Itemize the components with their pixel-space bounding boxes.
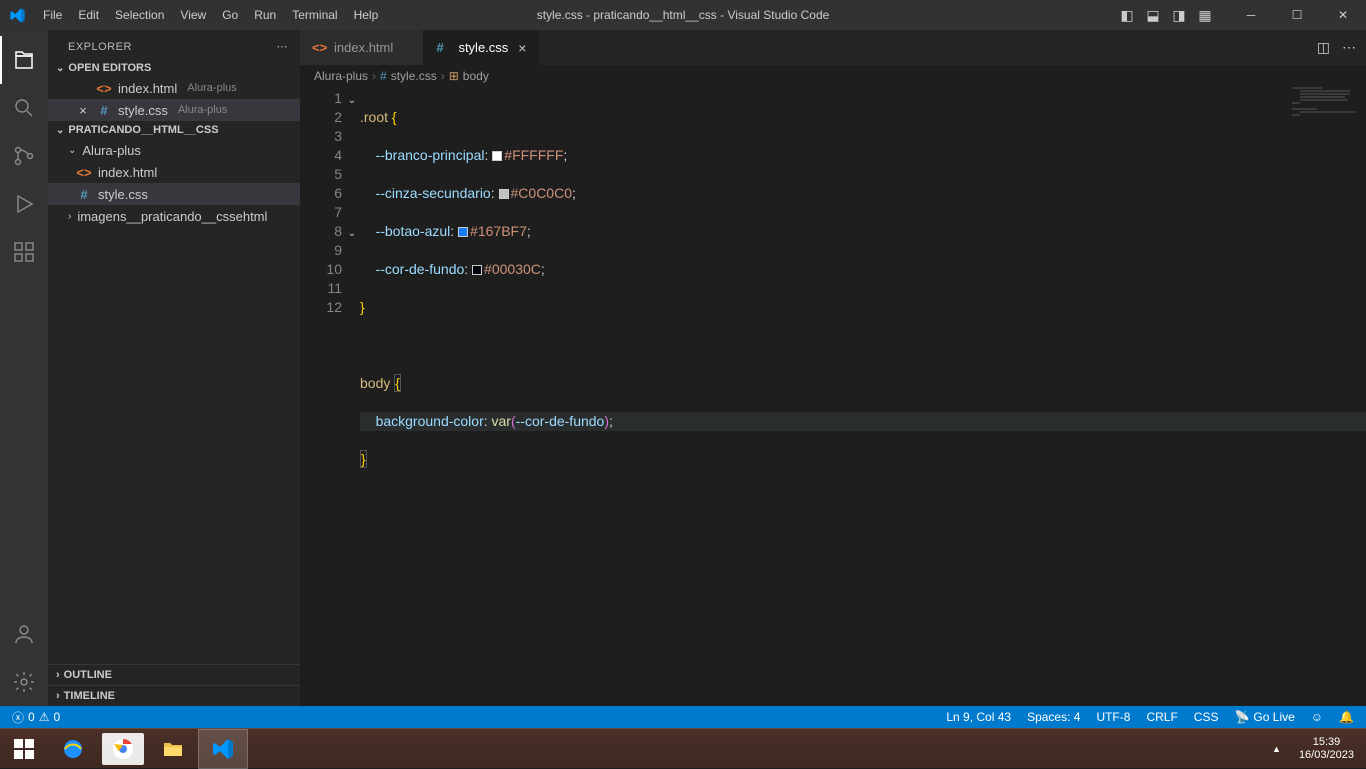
taskbar-chrome-icon[interactable] [102,733,144,765]
chevron-right-icon: › [68,211,71,222]
status-bar: ⓧ0 ⚠0 Ln 9, Col 43 Spaces: 4 UTF-8 CRLF … [0,706,1366,728]
system-tray: ▲ 15:39 16/03/2023 [1272,736,1366,762]
source-control-icon[interactable] [0,132,48,180]
start-button[interactable] [0,729,48,769]
open-editor-item[interactable]: × # style.css Alura-plus [48,99,300,121]
chevron-down-icon: ⌄ [68,145,76,156]
tray-clock[interactable]: 15:39 16/03/2023 [1291,736,1362,762]
run-debug-icon[interactable] [0,180,48,228]
line-gutter: 1⌄ 2 3 4 5 6 7 8⌄ 9 10 11 12 [300,87,360,706]
fold-icon[interactable]: ⌄ [348,224,356,243]
taskbar-vscode-icon[interactable] [198,729,248,769]
breadcrumb[interactable]: Alura-plus › # style.css › ⊞ body [300,65,1366,87]
taskbar-file-explorer-icon[interactable] [148,729,198,769]
html-file-icon: <> [312,40,328,55]
broadcast-icon: 📡 [1234,710,1249,724]
window-controls: ◧ ⬓ ◨ ▦ ─ ☐ ✕ [1114,0,1366,30]
status-language[interactable]: CSS [1190,710,1223,724]
toggle-panel-icon[interactable]: ⬓ [1140,7,1166,24]
settings-gear-icon[interactable] [0,658,48,706]
error-icon: ⓧ [12,709,24,726]
menu-terminal[interactable]: Terminal [284,8,345,22]
status-feedback-icon[interactable]: ☺ [1307,710,1327,724]
maximize-button[interactable]: ☐ [1274,0,1320,30]
fold-icon[interactable]: ⌄ [348,91,356,110]
warning-icon: ⚠ [39,710,50,724]
tab-index-html[interactable]: <> index.html × [300,30,424,65]
open-editors-section[interactable]: ⌄ OPEN EDITORS [48,59,300,77]
tab-style-css[interactable]: # style.css × [424,30,539,65]
tree-folder[interactable]: ⌄ Alura-plus [48,139,300,161]
editor-tabs: <> index.html × # style.css × ◫ ⋯ [300,30,1366,65]
menu-go[interactable]: Go [214,8,246,22]
status-encoding[interactable]: UTF-8 [1092,710,1134,724]
tree-file[interactable]: <> index.html [48,161,300,183]
css-file-icon: # [380,69,387,83]
code-content[interactable]: .root { --branco-principal: #FFFFFF; --c… [360,87,1366,706]
html-file-icon: <> [76,165,92,180]
window-title: style.css - praticando__html__css - Visu… [537,8,830,22]
outline-section[interactable]: › OUTLINE [48,664,300,685]
code-editor[interactable]: 1⌄ 2 3 4 5 6 7 8⌄ 9 10 11 12 .root { --b… [300,87,1366,706]
toggle-secondary-sidebar-icon[interactable]: ◨ [1166,7,1192,24]
status-golive[interactable]: 📡Go Live [1230,710,1298,724]
tree-folder[interactable]: › imagens__praticando__cssehtml [48,205,300,227]
blank-close-slot [76,81,90,96]
status-indentation[interactable]: Spaces: 4 [1023,710,1084,724]
color-swatch-icon[interactable] [492,151,502,161]
css-file-icon: # [96,103,112,118]
open-editor-item[interactable]: <> index.html Alura-plus [48,77,300,99]
vscode-logo-icon [0,7,35,24]
symbol-icon: ⊞ [449,69,459,83]
extensions-icon[interactable] [0,228,48,276]
minimap[interactable] [1292,87,1352,706]
color-swatch-icon[interactable] [472,265,482,275]
titlebar: File Edit Selection View Go Run Terminal… [0,0,1366,30]
status-eol[interactable]: CRLF [1142,710,1181,724]
close-editor-icon[interactable]: × [76,103,90,118]
chevron-right-icon: › [56,690,60,702]
minimize-button[interactable]: ─ [1228,0,1274,30]
timeline-section[interactable]: › TIMELINE [48,685,300,706]
css-file-icon: # [436,40,452,55]
color-swatch-icon[interactable] [499,189,509,199]
html-file-icon: <> [96,81,112,96]
status-notifications-icon[interactable]: 🔔 [1335,710,1358,724]
taskbar-ie-icon[interactable] [48,729,98,769]
menu-selection[interactable]: Selection [107,8,172,22]
explorer-icon[interactable] [0,36,48,84]
chevron-right-icon: › [56,669,60,681]
menu-file[interactable]: File [35,8,70,22]
accounts-icon[interactable] [0,610,48,658]
menu-run[interactable]: Run [246,8,284,22]
menu-view[interactable]: View [172,8,214,22]
windows-taskbar: ▲ 15:39 16/03/2023 [0,728,1366,768]
color-swatch-icon[interactable] [458,227,468,237]
workspace-section[interactable]: ⌄ PRATICANDO__HTML__CSS [48,121,300,139]
more-actions-icon[interactable]: ⋯ [1342,39,1356,56]
customize-layout-icon[interactable]: ▦ [1192,7,1218,24]
menu-edit[interactable]: Edit [70,8,107,22]
split-editor-icon[interactable]: ◫ [1317,39,1330,56]
chevron-down-icon: ⌄ [56,63,64,74]
close-button[interactable]: ✕ [1320,0,1366,30]
menu-bar: File Edit Selection View Go Run Terminal… [35,8,386,22]
search-icon[interactable] [0,84,48,132]
editor-group: <> index.html × # style.css × ◫ ⋯ Alura-… [300,30,1366,706]
tree-file[interactable]: # style.css [48,183,300,205]
explorer-title: EXPLORER [68,41,132,53]
toggle-primary-sidebar-icon[interactable]: ◧ [1114,7,1140,24]
explorer-more-icon[interactable]: ⋯ [277,40,289,53]
chevron-down-icon: ⌄ [56,125,64,136]
sidebar-explorer: EXPLORER ⋯ ⌄ OPEN EDITORS <> index.html … [48,30,300,706]
css-file-icon: # [76,187,92,202]
tray-show-hidden-icon[interactable]: ▲ [1272,744,1281,754]
status-errors[interactable]: ⓧ0 ⚠0 [8,709,64,726]
activity-bar [0,30,48,706]
status-cursor-position[interactable]: Ln 9, Col 43 [942,710,1015,724]
tab-close-icon[interactable]: × [518,40,526,56]
menu-help[interactable]: Help [346,8,387,22]
